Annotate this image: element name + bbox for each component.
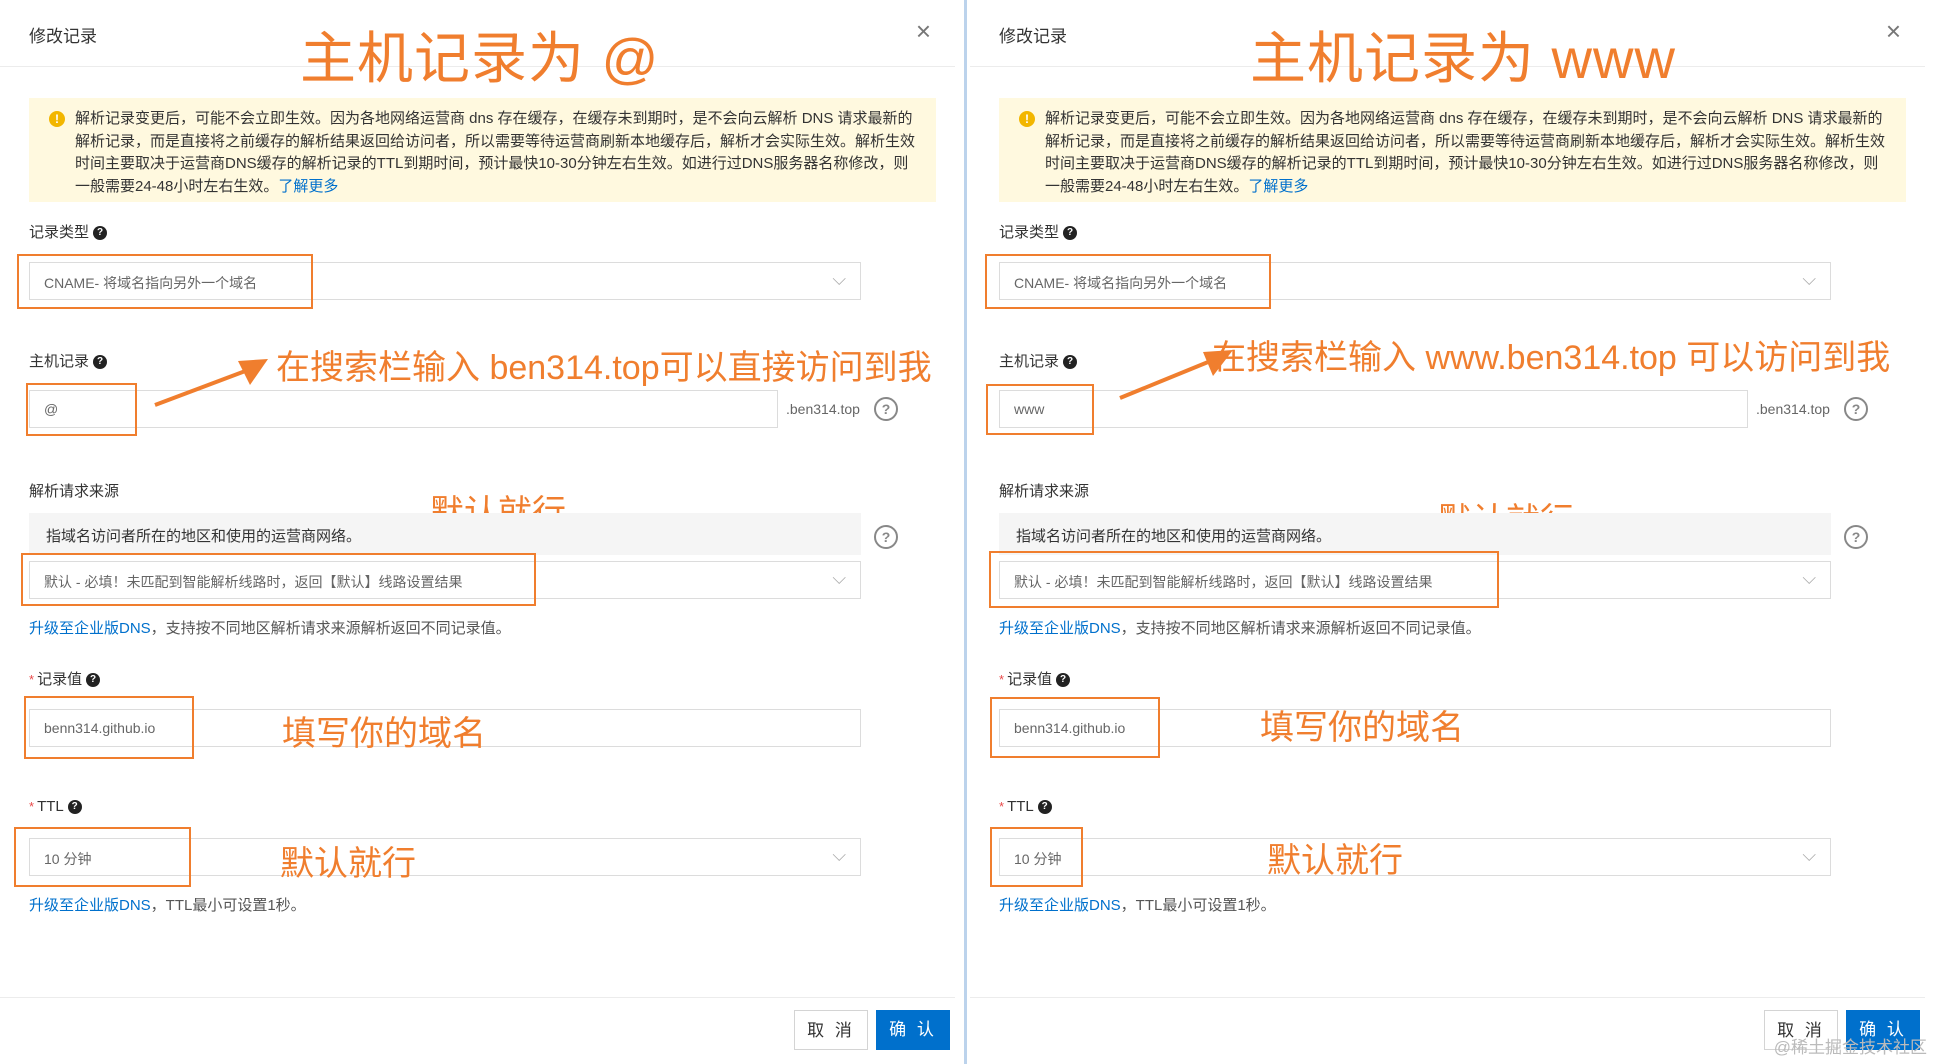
help-icon[interactable]: ? xyxy=(93,226,108,241)
host-note: 在搜索栏输入 www.ben314.top 可以访问到我 xyxy=(1212,339,1891,377)
ttl-select[interactable]: 10 分钟 ⌵ xyxy=(29,838,861,876)
ttl-value: 10 分钟 xyxy=(44,851,92,867)
dialog-title: 修改记录 xyxy=(29,27,97,46)
ttl-select[interactable]: 10 分钟 ⌵ xyxy=(999,838,1831,876)
alert-banner: ! 解析记录变更后，可能不会立即生效。因为各地网络运营商 dns 存在缓存，在缓… xyxy=(999,98,1906,202)
ttl-label: * TTL? xyxy=(999,798,1052,815)
upgrade-dns-link[interactable]: 升级至企业版DNS xyxy=(29,620,151,637)
source-description-box: 指域名访问者所在的地区和使用的运营商网络。 xyxy=(29,513,861,555)
learn-more-link[interactable]: 了解更多 xyxy=(1248,178,1308,195)
chevron-down-icon: ⌵ xyxy=(1802,845,1816,865)
ttl-note: 默认就行 xyxy=(1267,842,1403,880)
learn-more-link[interactable]: 了解更多 xyxy=(278,178,338,195)
help-icon[interactable]: ? xyxy=(1056,673,1071,688)
warning-icon: ! xyxy=(49,111,65,127)
record-type-label: 记录类型? xyxy=(29,221,108,242)
record-value: benn314.github.io xyxy=(44,720,156,736)
warning-icon: ! xyxy=(1019,111,1035,127)
help-icon[interactable]: ? xyxy=(93,355,108,370)
question-icon[interactable]: ? xyxy=(1844,397,1868,421)
upgrade-dns-link[interactable]: 升级至企业版DNS xyxy=(29,897,151,914)
annotation-title: 主机记录为 @ xyxy=(300,27,660,90)
close-icon[interactable]: × xyxy=(916,18,931,44)
source-hint: 升级至企业版DNS，支持按不同地区解析请求来源解析返回不同记录值。 xyxy=(999,620,1481,637)
chevron-down-icon: ⌵ xyxy=(832,845,846,865)
record-type-select[interactable]: CNAME- 将域名指向另外一个域名 ⌵ xyxy=(999,262,1831,300)
source-description: 指域名访问者所在的地区和使用的运营商网络。 xyxy=(46,528,362,545)
record-value: benn314.github.io xyxy=(1014,720,1126,736)
source-value: 默认 - 必填！未匹配到智能解析线路时，返回【默认】线路设置结果 xyxy=(1014,574,1433,590)
dialog-title: 修改记录 xyxy=(999,27,1067,46)
help-icon[interactable]: ? xyxy=(1063,355,1078,370)
ttl-value: 10 分钟 xyxy=(1014,851,1062,867)
arrow-icon xyxy=(154,359,268,407)
record-type-value: CNAME- 将域名指向另外一个域名 xyxy=(44,275,258,291)
watermark: @稀土掘金技术社区 xyxy=(1773,1038,1927,1057)
source-label: 解析请求来源 xyxy=(29,483,120,500)
alert-banner: ! 解析记录变更后，可能不会立即生效。因为各地网络运营商 dns 存在缓存，在缓… xyxy=(29,98,936,202)
panel-divider xyxy=(964,0,967,1064)
chevron-down-icon: ⌵ xyxy=(1802,568,1816,588)
domain-suffix: .ben314.top xyxy=(1756,401,1830,417)
source-description: 指域名访问者所在的地区和使用的运营商网络。 xyxy=(1016,528,1332,545)
annotation-title: 主机记录为 www xyxy=(1250,27,1676,90)
source-value: 默认 - 必填！未匹配到智能解析线路时，返回【默认】线路设置结果 xyxy=(44,574,463,590)
host-label: 主机记录? xyxy=(999,350,1078,371)
question-icon[interactable]: ? xyxy=(874,525,898,549)
dialog-right: 修改记录 × 主机记录为 www ! 解析记录变更后，可能不会立即生效。因为各地… xyxy=(970,0,1925,1064)
ttl-note: 默认就行 xyxy=(280,845,416,883)
help-icon[interactable]: ? xyxy=(67,800,82,815)
ok-button[interactable]: 确 认 xyxy=(876,1010,950,1050)
question-icon[interactable]: ? xyxy=(1844,525,1868,549)
host-value: www xyxy=(1014,401,1045,417)
record-value-note: 填写你的域名 xyxy=(1260,709,1464,747)
ttl-label: * TTL? xyxy=(29,798,82,815)
record-value-note: 填写你的域名 xyxy=(282,715,486,753)
help-icon[interactable]: ? xyxy=(1063,226,1078,241)
chevron-down-icon: ⌵ xyxy=(832,568,846,588)
domain-suffix: .ben314.top xyxy=(786,401,860,417)
question-icon[interactable]: ? xyxy=(874,397,898,421)
source-select[interactable]: 默认 - 必填！未匹配到智能解析线路时，返回【默认】线路设置结果 ⌵ xyxy=(999,561,1831,599)
host-input[interactable]: www xyxy=(999,390,1748,428)
source-label: 解析请求来源 xyxy=(999,483,1090,500)
close-icon[interactable]: × xyxy=(1886,18,1901,44)
source-description-box: 指域名访问者所在的地区和使用的运营商网络。 xyxy=(999,513,1831,555)
source-select[interactable]: 默认 - 必填！未匹配到智能解析线路时，返回【默认】线路设置结果 ⌵ xyxy=(29,561,861,599)
source-hint: 升级至企业版DNS，支持按不同地区解析请求来源解析返回不同记录值。 xyxy=(29,620,511,637)
upgrade-dns-link[interactable]: 升级至企业版DNS xyxy=(999,620,1121,637)
help-icon[interactable]: ? xyxy=(1037,800,1052,815)
host-input[interactable]: @ xyxy=(29,390,778,428)
dialog-left: 修改记录 × 主机记录为 @ ! 解析记录变更后，可能不会立即生效。因为各地网络… xyxy=(0,0,955,1064)
ttl-hint: 升级至企业版DNS，TTL最小可设置1秒。 xyxy=(999,897,1276,914)
record-type-value: CNAME- 将域名指向另外一个域名 xyxy=(1014,275,1228,291)
cancel-button[interactable]: 取 消 xyxy=(794,1010,868,1050)
host-value: @ xyxy=(44,401,59,417)
record-type-select[interactable]: CNAME- 将域名指向另外一个域名 ⌵ xyxy=(29,262,861,300)
record-value-label: * 记录值? xyxy=(999,668,1071,689)
upgrade-dns-link[interactable]: 升级至企业版DNS xyxy=(999,897,1121,914)
record-value-label: * 记录值? xyxy=(29,668,101,689)
host-note: 在搜索栏输入 ben314.top可以直接访问到我 xyxy=(276,349,932,387)
host-label: 主机记录? xyxy=(29,350,108,371)
ttl-hint: 升级至企业版DNS，TTL最小可设置1秒。 xyxy=(29,897,306,914)
help-icon[interactable]: ? xyxy=(86,673,101,688)
chevron-down-icon: ⌵ xyxy=(832,269,846,289)
chevron-down-icon: ⌵ xyxy=(1802,269,1816,289)
record-type-label: 记录类型? xyxy=(999,221,1078,242)
alert-text: 解析记录变更后，可能不会立即生效。因为各地网络运营商 dns 存在缓存，在缓存未… xyxy=(75,110,916,195)
alert-text: 解析记录变更后，可能不会立即生效。因为各地网络运营商 dns 存在缓存，在缓存未… xyxy=(1045,110,1886,195)
